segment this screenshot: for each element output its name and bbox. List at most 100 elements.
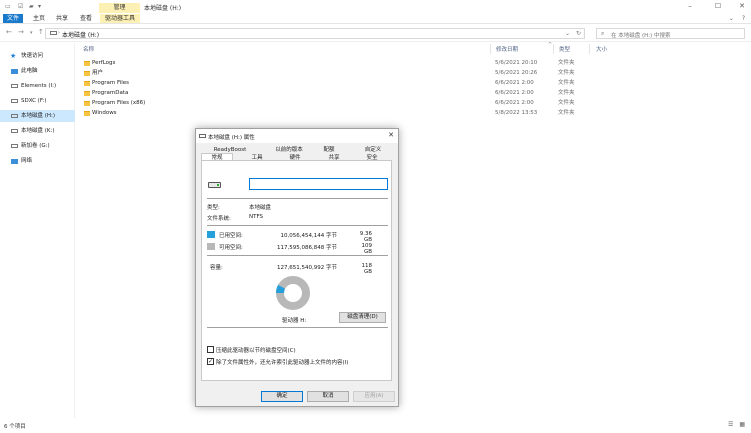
list-item[interactable]: ProgramData 6/6/2021 2:00 文件夹 [80,88,580,98]
sidebar-item-local-disk-k[interactable]: 本地磁盘 (K:) [0,125,75,137]
volume-label-input[interactable] [249,178,388,190]
divider [207,255,388,256]
large-icons-view-icon[interactable]: ▦ [739,421,745,428]
divider [207,327,388,328]
drive-icon [11,84,18,88]
drive-icon [199,134,206,138]
star-icon: ★ [10,52,17,60]
sidebar-item-quick-access[interactable]: ★ 快速访问 [0,50,75,62]
column-header-name[interactable]: 名称 [83,45,94,53]
drive-icon [11,99,18,103]
list-item[interactable]: 用户 5/6/2021 20:26 文件夹 [80,68,580,78]
filesystem-label: 文件系统: [207,216,231,222]
help-icon[interactable]: ? [742,15,745,22]
sidebar-item-elements[interactable]: Elements (I:) [0,80,75,92]
sidebar-item-sdxc[interactable]: SDXC (F:) [0,95,75,107]
apply-button[interactable]: 应用(A) [353,391,395,402]
capacity-gb: 118 GB [361,263,373,275]
tab-home[interactable]: 主页 [33,14,45,23]
compress-drive-label: 压缩此驱动器以节约磁盘空间(C) [216,348,296,354]
search-box[interactable]: ⌕ 在 本地磁盘 (H:) 中搜索 [596,28,745,39]
free-space-label: 可用空间: [219,245,243,251]
capacity-bytes: 127,651,540,992 字节 [277,265,337,271]
maximize-button[interactable]: ☐ [713,2,723,11]
details-view-icon[interactable]: ☰ [728,421,733,428]
new-folder-quick-icon[interactable]: ▰ [29,3,34,10]
forward-icon[interactable]: → [18,28,24,36]
allow-indexing-label: 除了文件属性外，还允许索引此驱动器上文件的内容(I) [216,360,349,366]
column-headers: 名称 修改日期 ^ 类型 大小 [76,42,751,55]
drive-letter-label: 驱动器 H: [282,318,307,324]
column-header-type[interactable]: 类型 [559,45,570,53]
sidebar-item-new-volume-g[interactable]: 新加卷 (G:) [0,140,75,152]
free-space-gb: 109 GB [361,243,373,255]
refresh-icon[interactable]: ↻ [576,30,581,37]
sidebar-item-network[interactable]: 网络 [0,155,75,167]
filesystem-value: NTFS [249,214,264,220]
item-count: 6 个项目 [4,424,26,430]
list-item[interactable]: Program Files 6/6/2021 2:00 文件夹 [80,78,580,88]
list-item[interactable]: Windows 5/8/2022 13:53 文件夹 [80,108,580,118]
quick-access-dropdown-icon[interactable]: ▾ [38,3,41,10]
tab-drive-tools[interactable]: 驱动器工具 [100,14,140,23]
type-label: 类型: [207,205,220,211]
address-bar[interactable]: › 本地磁盘 (H:) ⌄ ↻ [45,28,585,39]
disk-usage-donut-chart [276,276,310,310]
address-row: ← → ▾ ↑ › 本地磁盘 (H:) ⌄ ↻ ⌕ 在 本地磁盘 (H:) 中搜… [0,25,751,42]
type-value: 本地磁盘 [249,205,272,211]
properties-quick-icon[interactable]: ☑ [18,3,23,10]
tab-previous-versions[interactable]: 以前的版本 [268,146,310,154]
address-path: 本地磁盘 (H:) [62,32,100,39]
disk-cleanup-button[interactable]: 磁盘清理(D) [339,312,386,323]
address-dropdown-icon[interactable]: ⌄ [565,30,570,37]
compress-drive-checkbox[interactable] [207,346,214,353]
title-bar: ▭ ☑ ▰ ▾ 管理 本地磁盘 (H:) – ☐ ✕ [0,0,751,13]
drive-icon [50,31,57,35]
ok-button[interactable]: 确定 [261,391,303,402]
search-icon: ⌕ [601,30,605,37]
dialog-close-icon[interactable]: ✕ [388,131,394,139]
drive-icon [11,144,18,148]
network-icon [11,159,18,164]
sidebar-item-local-disk-h[interactable]: 本地磁盘 (H:) [0,110,75,122]
tab-view[interactable]: 查看 [80,14,92,23]
list-item[interactable]: Program Files (x86) 6/6/2021 2:00 文件夹 [80,98,580,108]
minimize-button[interactable]: – [685,2,695,11]
general-panel: 类型: 本地磁盘 文件系统: NTFS 已用空间: 10,056,454,144… [201,160,392,381]
breadcrumb-chevron-icon[interactable]: › [58,30,60,36]
column-header-size[interactable]: 大小 [596,45,607,53]
capacity-label: 容量: [210,265,223,271]
folder-icon [84,81,90,86]
tab-file[interactable]: 文件 [3,14,23,23]
divider [207,198,388,199]
up-icon[interactable]: ↑ [38,28,44,36]
free-space-bytes: 117,595,086,848 字节 [277,245,337,251]
properties-dialog: 本地磁盘 (H:) 属性 ✕ ReadyBoost 以前的版本 配额 自定义 常… [195,128,399,407]
status-bar: 6 个项目 ☰ ▦ [0,418,751,433]
allow-indexing-checkbox[interactable]: ✓ [207,358,214,365]
dialog-title-bar: 本地磁盘 (H:) 属性 ✕ [196,129,398,143]
manage-context-tab[interactable]: 管理 [99,3,140,13]
navigation-pane: ★ 快速访问 此电脑 Elements (I:) SDXC (F:) 本地磁盘 … [0,43,75,418]
sidebar-item-this-pc[interactable]: 此电脑 [0,65,75,77]
used-space-bytes: 10,056,454,144 字节 [280,233,338,239]
drive-icon [208,182,221,188]
tab-quota[interactable]: 配额 [314,146,344,154]
dialog-title: 本地磁盘 (H:) 属性 [208,135,255,141]
ribbon-expand-icon[interactable]: ⌄ [729,15,734,22]
column-header-date[interactable]: 修改日期 [496,45,518,53]
list-item[interactable]: PerfLogs 5/6/2021 20:10 文件夹 [80,58,580,68]
close-button[interactable]: ✕ [737,2,747,11]
back-icon[interactable]: ← [6,28,12,36]
drive-icon [11,114,18,118]
tab-customize[interactable]: 自定义 [358,146,388,154]
folder-icon [84,111,90,116]
cancel-button[interactable]: 取消 [307,391,349,402]
sort-ascending-icon: ^ [548,42,553,48]
used-space-label: 已用空间: [219,233,243,239]
folder-icon [84,91,90,96]
tab-share[interactable]: 共享 [56,14,68,23]
used-space-arc [276,284,286,294]
recent-locations-icon[interactable]: ▾ [30,30,33,36]
folder-icon [84,101,90,106]
